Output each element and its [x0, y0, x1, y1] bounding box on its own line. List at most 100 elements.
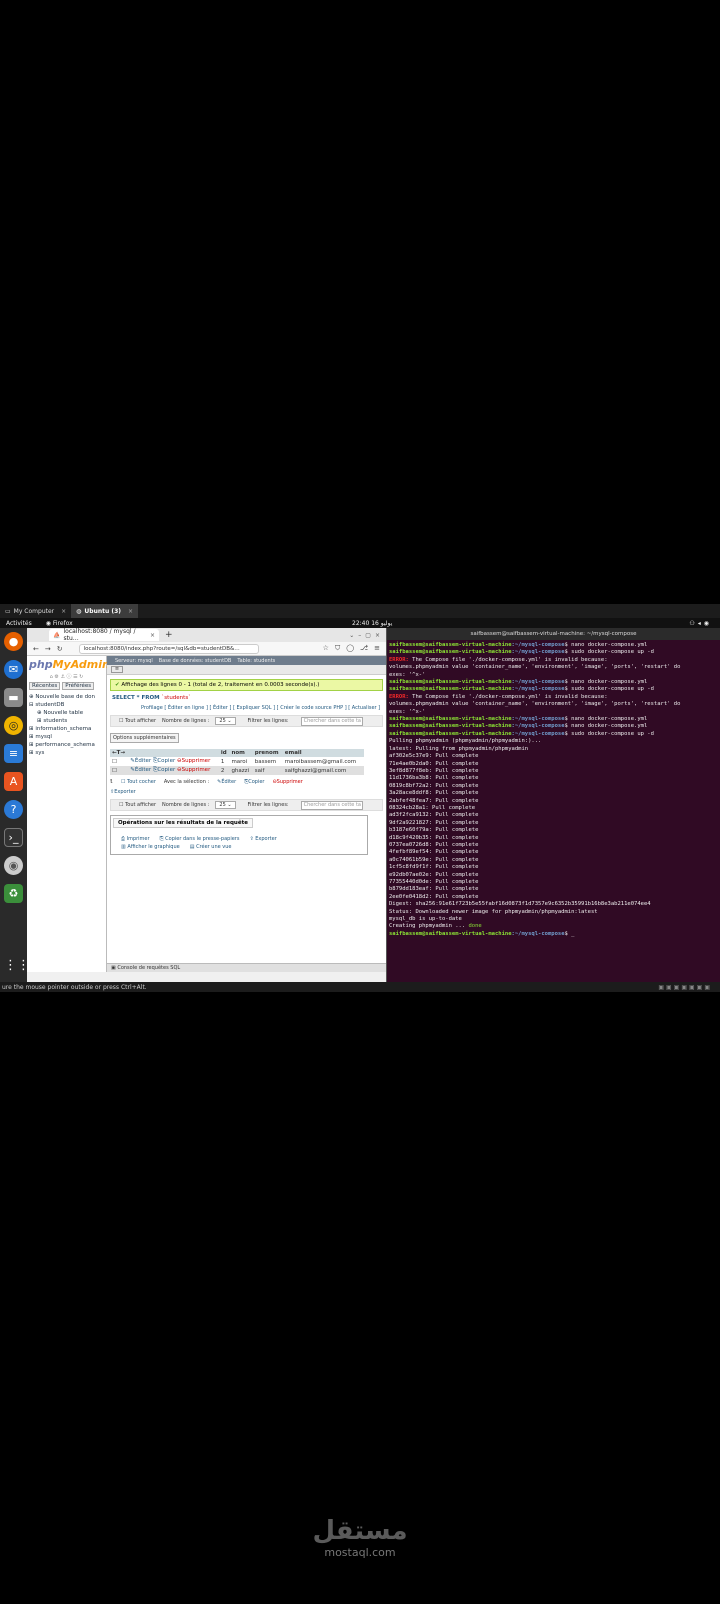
firefox-icon[interactable]: ● [4, 632, 23, 651]
terminal-icon[interactable]: ›_ [4, 828, 23, 847]
check-all-checkbox[interactable]: ☐ Tout cocher [121, 779, 156, 785]
bulk-delete-button[interactable]: ⊖Supprimer [272, 779, 302, 785]
cell-email[interactable]: saifghazzi@gmail.com [282, 766, 364, 775]
close-icon[interactable]: × [150, 632, 155, 639]
app-grid-icon[interactable]: ⋮⋮⋮ [4, 958, 43, 977]
tree-item-new-table[interactable]: ⊕ Nouvelle table [29, 709, 104, 717]
chevron-down-icon[interactable]: ⌄ [349, 632, 354, 639]
chart-button[interactable]: ▥ Afficher le graphique [121, 844, 180, 850]
system-tray-icons[interactable]: ⚇◂◉ [689, 620, 712, 627]
url-bar[interactable]: localhost:8080/index.php?route=/sql&db=s… [78, 643, 259, 654]
shield-icon[interactable]: ⛉ [335, 644, 340, 653]
create-view-button[interactable]: ▤ Créer une vue [190, 844, 232, 850]
minimize-icon[interactable]: – [358, 632, 361, 639]
cell-email[interactable]: maroibassem@gmail.com [282, 757, 364, 766]
browser-tab[interactable]: ⛵ localhost:8080 / mysql / stu… × [49, 628, 159, 642]
new-tab-button[interactable]: + [165, 630, 173, 640]
activities-button[interactable]: Activités [6, 620, 32, 627]
files-icon[interactable]: ▬ [4, 688, 23, 707]
tree-item-students[interactable]: ⊞ students [29, 717, 104, 725]
clock[interactable]: 22:40 16 يوليو [352, 620, 392, 627]
tree-item-studentdb[interactable]: ⊟ studentDB [29, 701, 104, 709]
hamburger-icon[interactable]: ≡ [111, 666, 123, 673]
breadcrumb-server[interactable]: Serveur: mysql [115, 658, 153, 664]
tree-item-mysql[interactable]: ⊞ mysql [29, 733, 104, 741]
extra-options-button[interactable]: Options supplémentaires [110, 733, 179, 743]
terminal-window[interactable]: saifbassem@saifbassem-virtual-machine: ~… [387, 628, 720, 982]
chart-label: Afficher le graphique [127, 844, 180, 850]
rhythmbox-icon[interactable]: ◎ [4, 716, 23, 735]
pma-sidebar-icons[interactable]: ⌂ ⚙ ⚓ ⓘ ☰ ↻ [29, 673, 104, 680]
tab-recent[interactable]: Récentes [29, 682, 61, 690]
bulk-export-button[interactable]: ⇪Exporter [110, 789, 136, 795]
bulk-copy-button[interactable]: ⎘Copier [244, 779, 264, 785]
rows-select[interactable]: 25 ⌄ [215, 717, 236, 725]
copy-button[interactable]: ⎘Copier [153, 758, 175, 764]
delete-button[interactable]: ⊖Supprimer [177, 767, 210, 773]
reload-icon[interactable]: ↻ [57, 645, 63, 653]
thunderbird-icon[interactable]: ✉ [4, 660, 23, 679]
rows-select[interactable]: 25 ⌄ [215, 801, 236, 809]
trash-icon[interactable]: ♻ [4, 884, 23, 903]
cell-id[interactable]: 1 [218, 757, 230, 766]
help-icon[interactable]: ? [4, 800, 23, 819]
col-arrows[interactable]: ←T→ [110, 749, 129, 757]
query-actions[interactable]: Profilage [ Éditer en ligne ] [ Éditer ]… [141, 705, 386, 711]
cell-prenom[interactable]: bassem [252, 757, 283, 766]
col-prenom[interactable]: prenom [252, 749, 283, 757]
close-icon[interactable]: × [128, 608, 133, 615]
extensions-icon[interactable]: ⎇ [360, 644, 368, 653]
col-id[interactable]: id [218, 749, 230, 757]
cell-nom[interactable]: maroi [229, 757, 253, 766]
row-checkbox[interactable]: ☐ [110, 757, 129, 766]
software-icon[interactable]: A [4, 772, 23, 791]
writer-icon[interactable]: ≡ [4, 744, 23, 763]
bulk-edit-button[interactable]: ✎Éditer [217, 779, 236, 785]
cell-nom[interactable]: ghazzi [229, 766, 253, 775]
sql-console-bar[interactable]: ▣ Console de requêtes SQL [107, 963, 386, 972]
back-icon[interactable]: ← [33, 645, 39, 653]
breadcrumb-db[interactable]: Base de données: studentDB [159, 658, 232, 664]
close-icon[interactable]: × [375, 632, 380, 639]
screenshot-root: { "vm_tabs":[{"icon":"monitor-icon","lab… [0, 0, 720, 1604]
delete-button[interactable]: ⊖Supprimer [177, 758, 210, 764]
show-all-checkbox[interactable]: ☐ Tout afficher [119, 802, 156, 808]
copy-button[interactable]: ⎘Copier [153, 767, 175, 773]
edit-button[interactable]: ✎Éditer [130, 767, 151, 773]
vm-tab-ubuntu[interactable]: ◍ Ubuntu (3) × [71, 604, 139, 618]
breadcrumb: Serveur: mysql Base de données: studentD… [107, 656, 386, 665]
tree-item-information-schema[interactable]: ⊞ information_schema [29, 725, 104, 733]
filter-input[interactable]: Chercher dans cette ta [300, 800, 363, 810]
edit-label: Éditer [134, 758, 152, 764]
pma-logo[interactable]: phpMyAdmin [29, 658, 110, 671]
tree-item-sys[interactable]: ⊞ sys [29, 749, 104, 757]
vm-device-icons[interactable]: ▣▣▣▣▣▣▣ [658, 984, 712, 991]
app-menu-firefox[interactable]: ◉ Firefox [46, 620, 73, 627]
clipboard-button[interactable]: ⎘ Copier dans le presse-papiers [160, 836, 240, 842]
export-button[interactable]: ⇪ Exporter [249, 836, 276, 842]
cell-id[interactable]: 2 [218, 766, 230, 775]
bookmark-star-icon[interactable]: ☆ [323, 644, 329, 653]
breadcrumb-table[interactable]: Table: students [237, 658, 275, 664]
success-message: ✔ Affichage des lignes 0 - 1 (total de 2… [110, 679, 383, 691]
filter-input[interactable]: Chercher dans cette ta [300, 716, 363, 726]
account-icon[interactable]: ◯ [346, 644, 354, 653]
terminal-output[interactable]: saifbassem@saifbassem-virtual-machine:~/… [387, 640, 720, 940]
tree-item-performance-schema[interactable]: ⊞ performance_schema [29, 741, 104, 749]
tab-favorites[interactable]: Préférées [62, 682, 95, 690]
menu-icon[interactable]: ≡ [374, 644, 380, 653]
edit-button[interactable]: ✎Éditer [130, 758, 151, 764]
terminal-line: 2ee0fe0418d2: Pull complete [389, 894, 718, 901]
tree-item-new-db[interactable]: ⊕ Nouvelle base de don [29, 693, 104, 701]
close-icon[interactable]: × [61, 608, 66, 615]
forward-icon[interactable]: → [45, 645, 51, 653]
maximize-icon[interactable]: ▢ [365, 632, 371, 639]
vm-tab-my-computer[interactable]: ▭ My Computer × [0, 604, 71, 618]
col-email[interactable]: email [282, 749, 364, 757]
row-checkbox[interactable]: ☐ [110, 766, 129, 775]
disc-icon[interactable]: ◉ [4, 856, 23, 875]
col-nom[interactable]: nom [229, 749, 253, 757]
print-button[interactable]: ⎙ Imprimer [121, 836, 150, 842]
show-all-checkbox[interactable]: ☐ Tout afficher [119, 718, 156, 724]
cell-prenom[interactable]: saif [252, 766, 283, 775]
